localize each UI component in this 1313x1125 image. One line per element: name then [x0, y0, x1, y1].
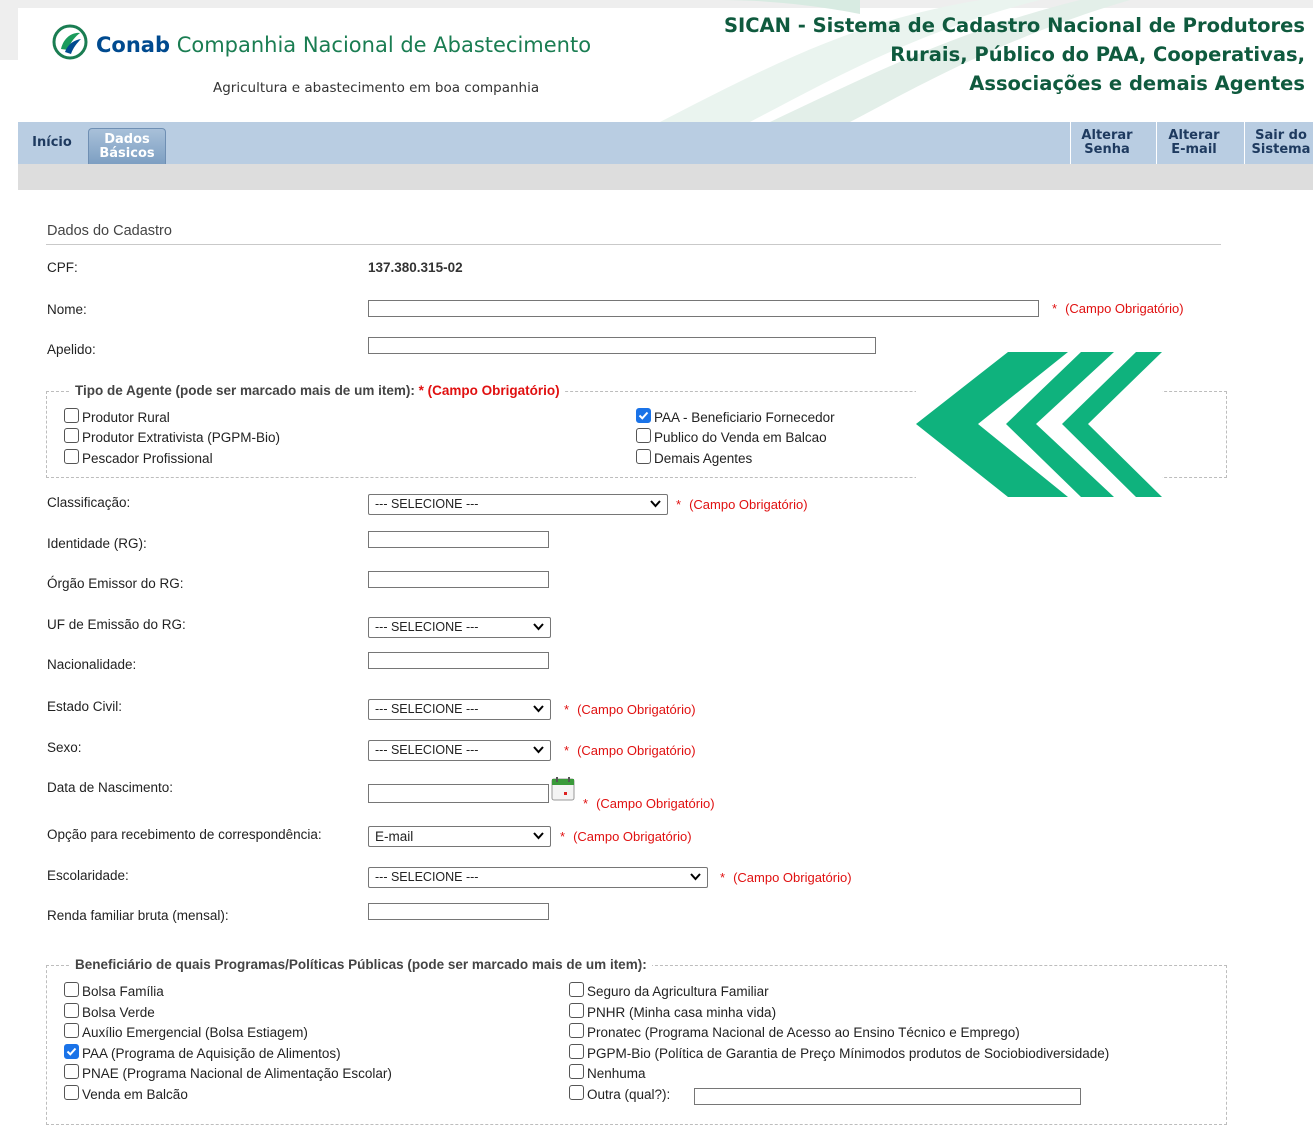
nome-required: * (Campo Obrigatório)	[1052, 301, 1184, 316]
tipo-produtor-extrativista[interactable]: Produtor Extrativista (PGPM-Bio)	[64, 428, 280, 445]
escolaridade-select[interactable]: --- SELECIONE ---	[368, 867, 708, 888]
identidade-label: Identidade (RG):	[47, 536, 147, 551]
tipo-demais-agentes[interactable]: Demais Agentes	[636, 449, 752, 466]
programa-pnhr[interactable]: PNHR (Minha casa minha vida)	[569, 1003, 776, 1020]
programa-pnae[interactable]: PNAE (Programa Nacional de Alimentação E…	[64, 1064, 392, 1081]
renda-input[interactable]	[368, 903, 549, 920]
system-title: SICAN - Sistema de Cadastro Nacional de …	[723, 14, 1305, 95]
programa-auxilio-emergencial[interactable]: Auxílio Emergencial (Bolsa Estiagem)	[64, 1023, 308, 1040]
nacionalidade-label: Nacionalidade:	[47, 657, 137, 672]
correspondencia-label: Opção para recebimento de correspondênci…	[47, 827, 322, 842]
sexo-select[interactable]: --- SELECIONE ---	[368, 740, 551, 761]
nome-input[interactable]	[368, 300, 1039, 317]
check-icon	[638, 411, 649, 420]
renda-label: Renda familiar bruta (mensal):	[47, 908, 229, 923]
tipo-publico-venda-balcao[interactable]: Publico do Venda em Balcao	[636, 428, 827, 445]
checkbox[interactable]	[569, 1064, 584, 1079]
chevron-left-watermark-icon	[916, 352, 1162, 497]
checkbox[interactable]	[569, 1044, 584, 1059]
uf-emissao-select[interactable]: --- SELECIONE ---	[368, 617, 551, 638]
check-icon	[66, 1047, 77, 1056]
sexo-label: Sexo:	[47, 740, 82, 755]
tipo-produtor-rural[interactable]: Produtor Rural	[64, 408, 170, 425]
classificacao-required: * (Campo Obrigatório)	[676, 497, 808, 512]
programa-bolsa-familia[interactable]: Bolsa Família	[64, 982, 164, 999]
checkbox[interactable]	[64, 1003, 79, 1018]
sexo-required: * (Campo Obrigatório)	[564, 743, 696, 758]
checkbox[interactable]	[569, 1003, 584, 1018]
conab-logo-icon	[52, 24, 88, 60]
checkbox[interactable]	[64, 982, 79, 997]
tipo-paa-beneficiario[interactable]: PAA - Beneficiario Fornecedor	[636, 408, 835, 425]
escolaridade-label: Escolaridade:	[47, 868, 129, 883]
chevron-down-icon	[533, 705, 544, 713]
nav-inicio[interactable]: Início	[18, 122, 86, 164]
programa-nenhuma[interactable]: Nenhuma	[569, 1064, 646, 1081]
apelido-input[interactable]	[368, 337, 876, 354]
identidade-input[interactable]	[368, 531, 549, 548]
data-nascimento-required: * (Campo Obrigatório)	[583, 796, 715, 811]
data-nascimento-input[interactable]	[368, 784, 549, 803]
cpf-value: 137.380.315-02	[368, 260, 463, 275]
main-navbar: Início Dados Básicos Alterar Senha Alterar…	[18, 122, 1313, 165]
estado-civil-label: Estado Civil:	[47, 699, 123, 714]
nav-dados-basicos[interactable]: Dados Básicos	[88, 128, 166, 164]
checkbox-checked[interactable]	[636, 408, 651, 423]
chevron-down-icon	[533, 832, 544, 840]
checkbox[interactable]	[569, 1085, 584, 1100]
chevron-down-icon	[650, 500, 661, 508]
correspondencia-select[interactable]: E-mail	[368, 826, 551, 847]
checkbox[interactable]	[64, 449, 79, 464]
brand-slogan: Agricultura e abastecimento em boa compa…	[213, 80, 540, 96]
programa-pgpm-bio[interactable]: PGPM-Bio (Política de Garantia de Preço …	[569, 1044, 1109, 1061]
cpf-label: CPF:	[47, 260, 78, 275]
checkbox[interactable]	[569, 1023, 584, 1038]
classificacao-select[interactable]: --- SELECIONE ---	[368, 494, 668, 515]
programa-seguro-agricultura[interactable]: Seguro da Agricultura Familiar	[569, 982, 769, 999]
checkbox[interactable]	[64, 1085, 79, 1100]
tipo-agente-legend: Tipo de Agente (pode ser marcado mais de…	[70, 383, 565, 398]
estado-civil-select[interactable]: --- SELECIONE ---	[368, 699, 551, 720]
chevron-down-icon	[533, 746, 544, 754]
checkbox-checked[interactable]	[64, 1044, 79, 1059]
nav-alterar-email[interactable]: Alterar E-mail	[1156, 122, 1231, 164]
classificacao-label: Classificação:	[47, 495, 131, 510]
section-title: Dados do Cadastro	[47, 223, 172, 239]
checkbox[interactable]	[64, 1023, 79, 1038]
page-header: Conab Companhia Nacional de Abasteciment…	[0, 0, 1313, 122]
chevron-down-icon	[690, 873, 701, 881]
apelido-label: Apelido:	[47, 342, 96, 357]
programa-paa[interactable]: PAA (Programa de Aquisição de Alimentos)	[64, 1044, 341, 1061]
checkbox[interactable]	[569, 982, 584, 997]
programa-venda-balcao[interactable]: Venda em Balcão	[64, 1085, 188, 1102]
programa-bolsa-verde[interactable]: Bolsa Verde	[64, 1003, 155, 1020]
data-nascimento-label: Data de Nascimento:	[47, 780, 174, 795]
nav-alterar-senha[interactable]: Alterar Senha	[1070, 122, 1143, 164]
orgao-emissor-input[interactable]	[368, 571, 549, 588]
programa-outra-input[interactable]	[694, 1088, 1081, 1105]
estado-civil-required: * (Campo Obrigatório)	[564, 702, 696, 717]
nav-sair-do-sistema[interactable]: Sair do Sistema	[1244, 122, 1313, 164]
brand-name: Conab Companhia Nacional de Abasteciment…	[96, 33, 592, 57]
programa-outra[interactable]: Outra (qual?):	[569, 1085, 670, 1102]
header-left-strip	[0, 8, 18, 60]
checkbox[interactable]	[636, 428, 651, 443]
checkbox[interactable]	[64, 428, 79, 443]
orgao-emissor-label: Órgão Emissor do RG:	[47, 576, 184, 591]
nacionalidade-input[interactable]	[368, 652, 549, 669]
calendar-icon[interactable]	[551, 776, 577, 802]
programas-legend: Beneficiário de quais Programas/Política…	[70, 957, 652, 972]
chevron-down-icon	[533, 623, 544, 631]
programa-pronatec[interactable]: Pronatec (Programa Nacional de Acesso ao…	[569, 1023, 1020, 1040]
tipo-pescador-profissional[interactable]: Pescador Profissional	[64, 449, 213, 466]
checkbox[interactable]	[64, 1064, 79, 1079]
uf-emissao-label: UF de Emissão do RG:	[47, 617, 186, 632]
section-divider	[46, 244, 1221, 245]
correspondencia-required: * (Campo Obrigatório)	[560, 829, 692, 844]
nome-label: Nome:	[47, 302, 87, 317]
escolaridade-required: * (Campo Obrigatório)	[720, 870, 852, 885]
checkbox[interactable]	[64, 408, 79, 423]
nav-subbar	[18, 164, 1313, 190]
checkbox[interactable]	[636, 449, 651, 464]
